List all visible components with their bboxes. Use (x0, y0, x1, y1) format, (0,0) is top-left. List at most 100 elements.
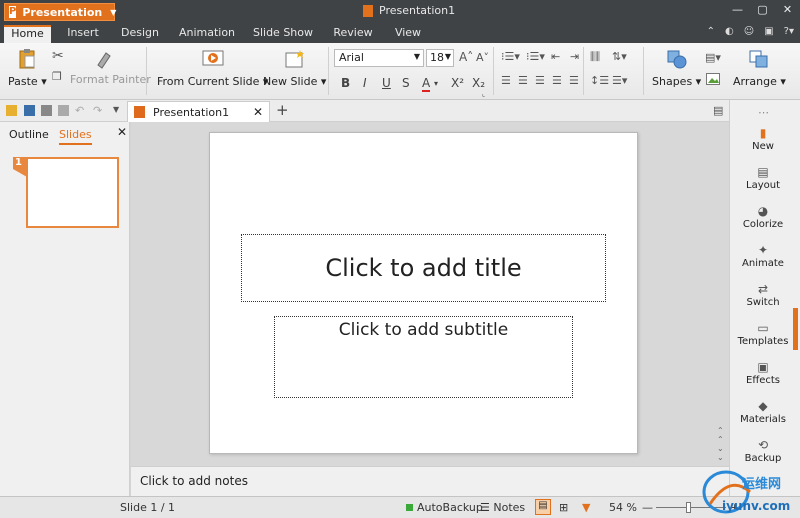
underline-icon[interactable]: U (382, 76, 391, 90)
save-icon[interactable] (24, 105, 35, 116)
bold-icon[interactable]: B (341, 76, 350, 90)
font-name-select[interactable]: Arial ▼ (334, 49, 424, 67)
slide-sorter-icon[interactable]: ⊞ (559, 501, 568, 514)
vertical-scrollbar[interactable] (715, 124, 728, 454)
text-direction-icon[interactable]: ⇅▾ (612, 50, 627, 63)
divider (643, 47, 644, 95)
zoom-out-icon[interactable]: — (642, 501, 653, 514)
tab-review[interactable]: Review (330, 25, 376, 43)
copy-icon[interactable]: ❐ (52, 70, 62, 83)
arrange-button[interactable]: Arrange ▾ (733, 49, 786, 88)
taskpane-materials[interactable]: ◆ Materials (730, 399, 796, 425)
app-menu-button[interactable]: P Presentation ▼ (4, 3, 116, 21)
bullets-icon[interactable]: ⁝☰▾ (501, 50, 520, 63)
tab-list-icon[interactable]: ▤ (713, 104, 723, 117)
tab-animation[interactable]: Animation (177, 25, 237, 43)
task-pane: ⋯ ▮ New ▤ Layout ◕ Colorize ✦ Animate ⇄ Switc… (729, 100, 800, 496)
taskpane-colorize[interactable]: ◕ Colorize (730, 204, 796, 230)
print-preview-icon[interactable] (58, 105, 69, 116)
tab-view[interactable]: View (390, 25, 426, 43)
backup-icon: ⟲ (757, 438, 769, 452)
layout-icon: ▤ (757, 165, 769, 179)
close-panel-icon[interactable]: ✕ (117, 125, 127, 139)
skin-icon[interactable]: ◐ (725, 26, 734, 37)
justify-icon[interactable]: ☰ (552, 74, 562, 87)
line-spacing-icon[interactable]: ↕☰ (590, 74, 609, 87)
taskpane-layout[interactable]: ▤ Layout (730, 165, 796, 191)
divider (493, 47, 494, 95)
cut-icon[interactable]: ✂ (52, 48, 64, 64)
tab-design[interactable]: Design (117, 25, 163, 43)
distribute-icon[interactable]: ☰ (569, 74, 579, 87)
notes-toggle-button[interactable]: ☰ Notes (480, 501, 525, 514)
taskpane-new[interactable]: ▮ New (730, 126, 796, 152)
open-icon[interactable] (6, 105, 17, 116)
collapse-ribbon-icon[interactable]: ⌃ (707, 26, 715, 37)
tab-insert[interactable]: Insert (62, 25, 104, 43)
from-current-slide-button[interactable]: From Current Slide ▾ (157, 49, 268, 88)
align-center-icon[interactable]: ☰ (518, 74, 528, 87)
zoom-level[interactable]: 54 % (609, 501, 637, 514)
columns-icon[interactable]: ⫼⫼ (590, 50, 600, 64)
textbox-icon[interactable]: ▤▾ (705, 51, 721, 64)
paste-button[interactable]: Paste ▾ (8, 49, 47, 88)
numbering-icon[interactable]: ⁝☰▾ (526, 50, 545, 63)
subtitle-placeholder[interactable]: Click to add subtitle (274, 316, 573, 398)
decrease-indent-icon[interactable]: ⇤ (551, 50, 560, 63)
shrink-font-icon[interactable]: A˅ (476, 51, 489, 64)
autobackup-button[interactable]: AutoBackup (406, 501, 483, 514)
font-color-icon[interactable]: A (422, 76, 431, 92)
tab-home[interactable]: Home (4, 25, 51, 43)
increase-indent-icon[interactable]: ⇥ (570, 50, 579, 63)
normal-view-icon[interactable]: ▤ (535, 499, 551, 515)
paragraph-spacing-icon[interactable]: ☰▾ (612, 74, 627, 87)
align-left-icon[interactable]: ☰ (501, 74, 511, 87)
arrange-icon (749, 50, 768, 68)
reading-view-icon[interactable]: ▼ (582, 501, 590, 514)
zoom-slider-thumb[interactable] (686, 502, 691, 513)
font-size-select[interactable]: 18 ▼ (426, 49, 454, 67)
italic-icon[interactable]: I (363, 76, 367, 90)
shadow-icon[interactable]: S (402, 76, 410, 90)
tab-slide-show[interactable]: Slide Show (250, 25, 316, 43)
minimize-icon[interactable]: — (725, 3, 750, 16)
customize-toolbar-icon[interactable]: ▼ (113, 105, 119, 114)
taskpane-animate[interactable]: ✦ Animate (730, 243, 796, 269)
document-tab[interactable]: Presentation1 ✕ (127, 101, 270, 122)
new-slide-button[interactable]: New Slide ▾ (263, 49, 326, 88)
tab-slides[interactable]: Slides (59, 128, 92, 145)
subscript-icon[interactable]: X₂ (472, 76, 485, 90)
shapes-button[interactable]: Shapes ▾ (652, 49, 701, 88)
help-icon[interactable]: ?▾ (784, 26, 794, 37)
undo-icon[interactable]: ↶ (75, 104, 84, 117)
task-pane-toggle[interactable] (793, 308, 798, 350)
taskpane-backup[interactable]: ⟲ Backup (730, 438, 796, 464)
chevron-down-icon[interactable]: ▾ (434, 79, 438, 88)
brush-icon (97, 52, 111, 69)
close-tab-icon[interactable]: ✕ (253, 105, 263, 119)
slide-thumbnail[interactable] (26, 157, 119, 228)
superscript-icon[interactable]: X² (451, 76, 464, 90)
redo-icon[interactable]: ↷ (93, 104, 102, 117)
grow-font-icon[interactable]: A˄ (459, 50, 473, 64)
print-icon[interactable] (41, 105, 52, 116)
new-slide-icon (285, 50, 304, 68)
font-dialog-launcher-icon[interactable]: ⌞ (482, 90, 485, 98)
notes-placeholder[interactable]: Click to add notes (140, 474, 248, 488)
page-nav-arrows[interactable]: ⌃ ⌃ ⌄ ⌄ (717, 426, 724, 462)
tab-outline[interactable]: Outline (9, 128, 49, 141)
restore-icon[interactable]: ▢ (750, 3, 775, 16)
close-icon[interactable]: ✕ (775, 3, 800, 16)
account-icon[interactable]: ☺ (744, 26, 754, 37)
taskpane-effects[interactable]: ▣ Effects (730, 360, 796, 386)
align-right-icon[interactable]: ☰ (535, 74, 545, 87)
format-painter-button[interactable]: Format Painter (70, 73, 151, 86)
title-placeholder[interactable]: Click to add title (241, 234, 606, 302)
taskpane-templates[interactable]: ▭ Templates (730, 321, 796, 347)
notes-pane[interactable]: Click to add notes (131, 466, 729, 496)
taskpane-switch[interactable]: ⇄ Switch (730, 282, 796, 308)
new-tab-icon[interactable]: + (276, 101, 289, 119)
chevron-down-icon: ▼ (413, 52, 420, 61)
picture-icon[interactable] (706, 73, 720, 85)
shirt-icon[interactable]: ▣ (764, 26, 773, 37)
